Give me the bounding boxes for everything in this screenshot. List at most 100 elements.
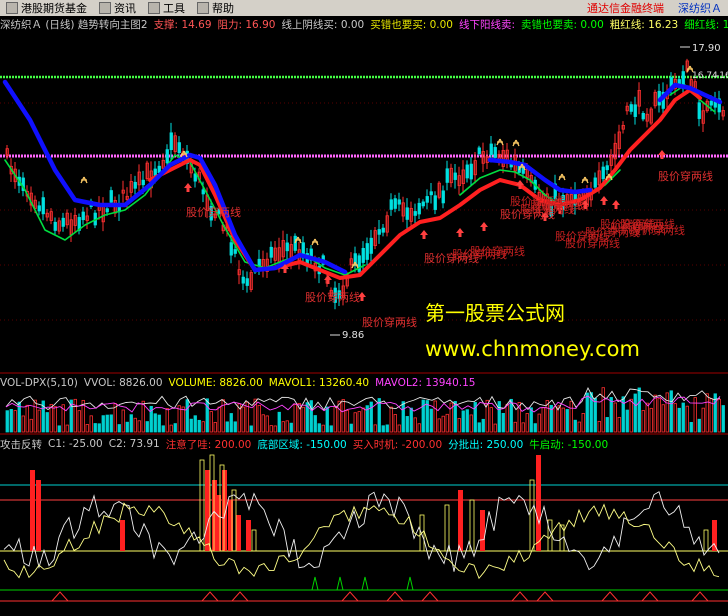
volume-bar [525,413,529,433]
signal-outline-bar [547,519,553,552]
bottom-spike [386,591,404,602]
volume-bar [37,409,41,433]
candle [489,143,493,155]
volume-bar [157,414,161,433]
volume-bar [89,415,93,433]
volume-bar [29,418,33,433]
candle [393,198,397,209]
volume-bar [141,400,145,433]
volume-bar [73,398,77,433]
green-spike [311,576,319,591]
candle [417,202,421,215]
candle [605,165,609,171]
volume-bar [393,414,397,433]
volume-bar [321,424,325,433]
volume-bar [481,418,485,433]
candle [157,165,161,173]
volume-bar [497,401,501,433]
volume-bar [573,419,577,433]
volume-bar [5,410,9,433]
candle [369,237,373,254]
volume-bar [181,406,185,433]
bottom-spike [641,591,659,602]
volume-bar [277,411,281,433]
candle [105,208,109,213]
candle [233,249,237,254]
price-cross-annotation: 股价穿两线 [630,223,685,237]
signal-outline-bar [444,504,450,552]
volume-bar [437,418,441,433]
candle [53,221,57,231]
volume-bar [689,421,693,433]
volume-bar [593,397,597,433]
volume-bar [229,413,233,433]
volume-bar [121,409,125,433]
volume-bar [93,423,97,433]
volume-bar [413,417,417,433]
volume-bar [197,419,201,433]
volume-bar [353,412,357,433]
volume-bar [377,398,381,433]
candle [285,242,289,252]
volume-bar [397,424,401,433]
candle [133,181,137,189]
volume-bar [281,421,285,433]
signal-bar [246,520,251,551]
volume-bar [117,424,121,433]
volume-bar [493,423,497,433]
signal-bar [536,455,541,551]
volume-bar [417,423,421,433]
volume-bar [673,403,677,433]
volume-bar [213,422,217,433]
signal-bar [120,520,125,551]
volume-bar [669,390,673,433]
volume-bar [429,408,433,433]
signal-outline-bar [703,529,709,552]
signal-outline-bar [199,459,205,552]
volume-bar [105,414,109,433]
volume-bar [677,407,681,433]
candle [641,112,645,120]
volume-bar [109,414,113,433]
candle [81,211,85,221]
volume-bar [357,411,361,433]
volume-bar [261,414,265,433]
volume-bar [705,393,709,433]
right-price-label: -16 [716,71,728,81]
volume-bar [273,425,277,433]
volume-bar [653,394,657,433]
volume-bar [445,413,449,433]
volume-bar [717,398,721,433]
volume-bar [201,421,205,433]
volume-bar [185,399,189,433]
volume-bar [257,404,261,433]
bottom-spike [421,591,439,602]
candle [165,149,169,164]
bottom-spike [691,591,709,602]
volume-bar [585,392,589,433]
candle [365,243,369,260]
volume-bar [469,414,473,433]
volume-bar [361,407,365,433]
candle [109,190,113,203]
signal-bar [712,520,717,551]
volume-bar [373,424,377,433]
volume-bar [269,425,273,433]
volume-bar [49,404,53,433]
volume-bar [153,413,157,433]
candle [493,147,497,158]
volume-bar [161,425,165,433]
volume-bar [341,399,345,433]
volume-bar [577,421,581,433]
volume-bar [209,411,213,433]
mavol1-line [5,386,721,411]
volume-bar [597,420,601,433]
candle [629,104,633,112]
chart-canvas[interactable]: 17.909.8616.74-16股价穿两线股价穿两线股价穿两线股价穿两线股价穿… [0,0,728,616]
volume-bar [21,415,25,433]
volume-bar [309,400,313,433]
candle [177,142,181,153]
candle [169,132,173,151]
candle [433,195,437,210]
volume-bar [641,410,645,433]
